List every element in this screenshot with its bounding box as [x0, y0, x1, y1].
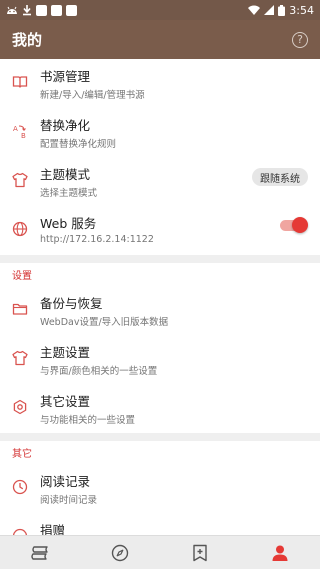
item-title: 备份与恢复 — [40, 296, 103, 311]
item-title: 主题设置 — [40, 345, 91, 360]
clock-icon — [12, 479, 28, 495]
nav-explore[interactable] — [80, 536, 160, 569]
person-icon — [272, 545, 288, 561]
web-service-toggle[interactable] — [280, 216, 308, 234]
toggle-thumb — [292, 217, 308, 233]
bookshelf-icon — [31, 545, 48, 560]
settings-list[interactable]: 书源管理 新建/导入/编辑/管理书源 A B 替换净化 配置替换净化规则 主题模… — [0, 59, 320, 535]
section-header-settings: 设置 — [12, 271, 32, 282]
item-title: Web 服务 — [40, 216, 97, 231]
globe-icon — [12, 221, 28, 237]
svg-text:B: B — [21, 132, 26, 139]
shirt-icon — [12, 350, 28, 366]
other-settings-item[interactable]: 其它设置 与功能相关的一些设置 — [0, 384, 320, 433]
item-subtitle: 与界面/颜色相关的一些设置 — [40, 366, 158, 377]
android-icon — [7, 6, 17, 14]
item-subtitle: 阅读时间记录 — [40, 495, 98, 506]
svg-text:A: A — [13, 125, 18, 133]
download-icon — [23, 4, 31, 15]
notification-icon — [66, 4, 77, 16]
section-divider — [0, 433, 320, 441]
theme-mode-badge[interactable]: 跟随系统 — [252, 168, 308, 186]
notification-icon — [36, 4, 47, 16]
web-service-item[interactable]: Web 服务 http://172.16.2.14:1122 — [0, 206, 320, 255]
read-record-item[interactable]: 阅读记录 阅读时间记录 — [0, 464, 320, 513]
section-header-other: 其它 — [12, 449, 32, 460]
item-subtitle: 选择主题模式 — [40, 188, 98, 199]
item-subtitle: 与功能相关的一些设置 — [40, 415, 136, 426]
item-subtitle: WebDav设置/导入旧版本数据 — [40, 317, 169, 328]
settings-icon — [13, 399, 27, 415]
item-title: 替换净化 — [40, 118, 91, 133]
item-subtitle: 配置替换净化规则 — [40, 139, 117, 150]
item-title: 阅读记录 — [40, 474, 91, 489]
help-icon[interactable]: ? — [292, 31, 308, 48]
status-time: 3:54 — [289, 3, 314, 17]
theme-mode-item[interactable]: 主题模式 选择主题模式 跟随系统 — [0, 157, 320, 206]
item-title: 捐赠 — [40, 523, 66, 535]
notification-icon — [51, 4, 62, 16]
bookmark-add-icon — [193, 544, 207, 561]
item-subtitle: http://172.16.2.14:1122 — [40, 234, 154, 245]
book-icon — [12, 76, 28, 88]
item-title: 书源管理 — [40, 69, 91, 84]
backup-restore-item[interactable]: 备份与恢复 WebDav设置/导入旧版本数据 — [0, 286, 320, 335]
shirt-icon — [12, 172, 28, 188]
signal-icon — [264, 5, 275, 15]
battery-icon — [278, 4, 286, 16]
folder-icon — [12, 303, 28, 315]
section-divider — [0, 255, 320, 263]
item-title: 主题模式 — [40, 167, 91, 182]
nav-mine[interactable] — [240, 536, 320, 569]
page-title: 我的 — [12, 31, 43, 49]
item-subtitle: 新建/导入/编辑/管理书源 — [40, 90, 145, 101]
book-source-item[interactable]: 书源管理 新建/导入/编辑/管理书源 — [0, 59, 320, 108]
nav-rss[interactable] — [160, 536, 240, 569]
nav-bookshelf[interactable] — [0, 536, 80, 569]
item-title: 其它设置 — [40, 394, 91, 409]
replace-icon: A B — [13, 125, 26, 139]
replace-rule-item[interactable]: A B 替换净化 配置替换净化规则 — [0, 108, 320, 157]
status-bar: 3:54 — [0, 0, 320, 20]
donate-item[interactable]: 捐赠 — [0, 513, 320, 535]
compass-icon — [111, 544, 129, 561]
bottom-nav — [0, 535, 320, 569]
app-bar: 我的 ? — [0, 20, 320, 59]
donate-icon — [12, 528, 28, 535]
wifi-icon — [248, 5, 261, 15]
theme-settings-item[interactable]: 主题设置 与界面/颜色相关的一些设置 — [0, 335, 320, 384]
